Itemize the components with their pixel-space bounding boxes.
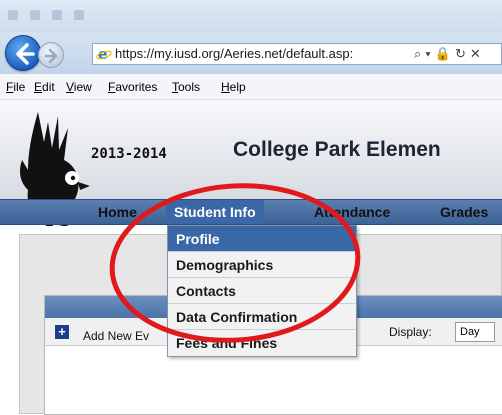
display-label: Display: [389, 325, 432, 339]
menu-item-demographics[interactable]: Demographics [168, 252, 356, 278]
back-button[interactable] [5, 35, 41, 71]
menu-tools[interactable]: Tools [172, 80, 200, 94]
nav-grades[interactable]: Grades [432, 200, 496, 224]
quick-access-icon[interactable] [52, 10, 62, 20]
quick-access-icon[interactable] [74, 10, 84, 20]
main-nav: Home Student Info Attendance Grades [0, 199, 502, 225]
menu-view[interactable]: View [66, 80, 92, 94]
forward-button[interactable] [38, 42, 64, 68]
address-controls: ⌕▾🔒↻✕ [414, 44, 485, 64]
site-header: 2013-2014 College Park Elemen [0, 100, 502, 232]
close-icon[interactable]: ✕ [470, 46, 485, 61]
school-year: 2013-2014 [91, 146, 167, 162]
menu-file[interactable]: File [6, 80, 25, 94]
url-text: https://my.iusd.org/Aeries.net/default.a… [115, 46, 354, 61]
menu-help[interactable]: Help [221, 80, 246, 94]
window-titlebar [0, 0, 502, 32]
nav-home[interactable]: Home [90, 200, 145, 224]
menu-item-profile[interactable]: Profile [168, 226, 356, 252]
menu-item-data-confirmation[interactable]: Data Confirmation [168, 304, 356, 330]
add-new-event-link[interactable]: Add New Ev [83, 329, 149, 343]
browser-navbar: e https://my.iusd.org/Aeries.net/default… [0, 32, 502, 74]
quick-access-icon[interactable] [30, 10, 40, 20]
menu-favorites[interactable]: Favorites [108, 80, 157, 94]
student-info-dropdown: Profile Demographics Contacts Data Confi… [167, 225, 357, 357]
app-icon [8, 10, 18, 20]
nav-student-info[interactable]: Student Info [166, 200, 264, 224]
dropdown-icon[interactable]: ▾ [425, 46, 434, 61]
add-icon[interactable]: + [55, 325, 69, 339]
menu-edit[interactable]: Edit [34, 80, 55, 94]
ie-logo-icon: e [96, 46, 112, 64]
display-select[interactable]: Day [455, 322, 495, 342]
back-arrow-icon [16, 43, 35, 65]
menu-item-fees-and-fines[interactable]: Fees and Fines [168, 330, 356, 356]
browser-menubar: File Edit View Favorites Tools Help [0, 74, 502, 100]
lock-icon[interactable]: 🔒 [435, 46, 455, 61]
refresh-icon[interactable]: ↻ [455, 46, 470, 61]
menu-item-contacts[interactable]: Contacts [168, 278, 356, 304]
school-name: College Park Elemen [233, 138, 441, 161]
forward-arrow-icon [44, 48, 58, 64]
search-icon[interactable]: ⌕ [414, 46, 425, 61]
address-bar[interactable]: e https://my.iusd.org/Aeries.net/default… [92, 43, 502, 65]
nav-attendance[interactable]: Attendance [306, 200, 398, 224]
